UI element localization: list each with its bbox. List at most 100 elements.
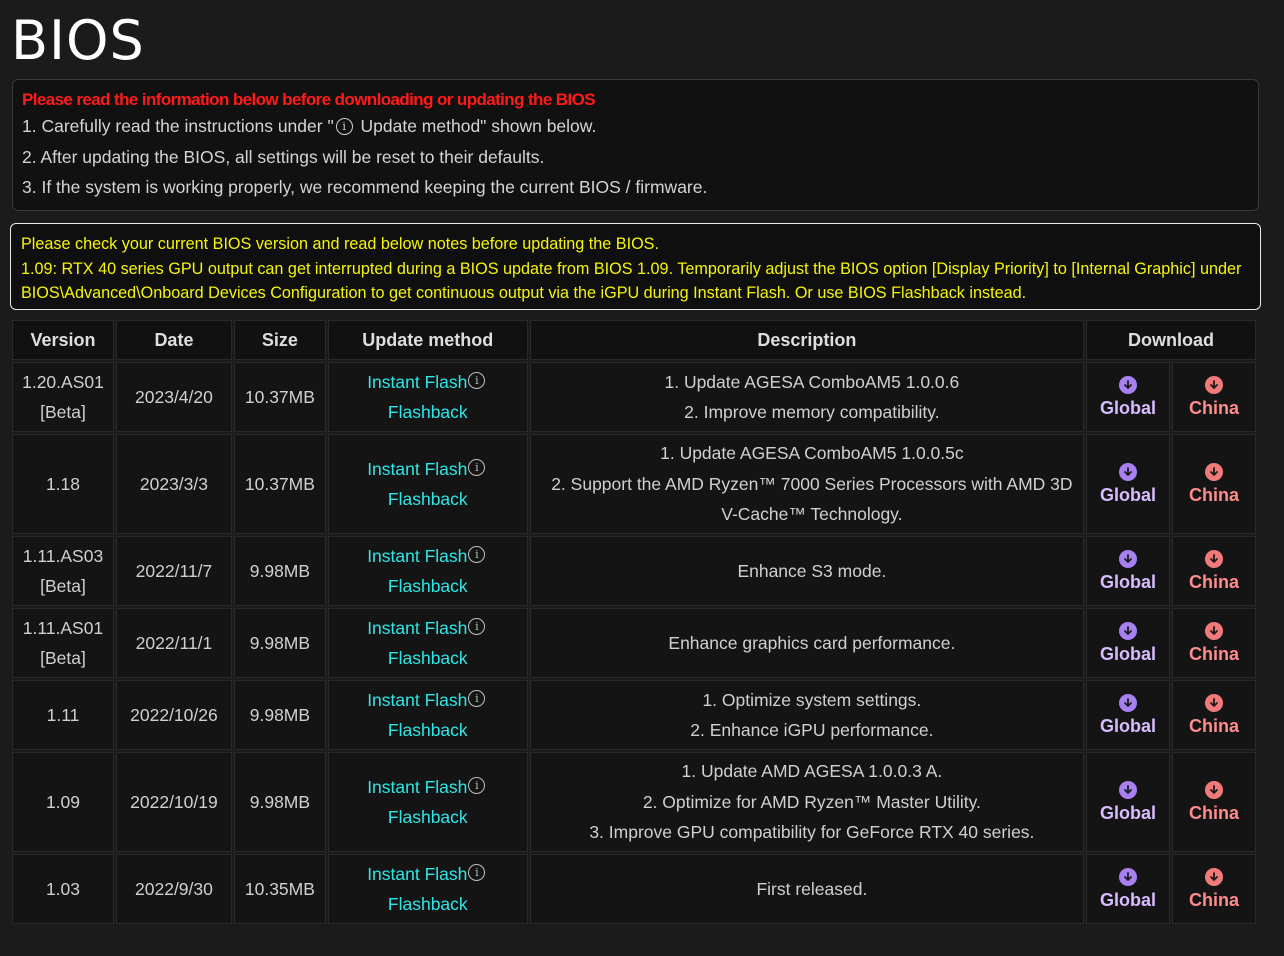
header-download: Download [1086,320,1256,360]
download-global-button[interactable]: Global [1087,376,1169,418]
table-row: 1.03 2022/9/30 10.35MB Instant Flash i Flashb… [12,854,1256,924]
info-icon[interactable]: i [468,372,486,389]
download-cell: Global [1086,608,1170,678]
header-date: Date [115,320,232,360]
download-cell: Global [1086,536,1170,606]
version-text: 1.09 [45,792,81,812]
bios-table: Version Date Size Update method Descript… [10,318,1258,926]
warning-text: Please read the information below before… [22,90,596,109]
download-icon [1119,550,1138,568]
date-cell: 2022/9/30 [115,854,232,924]
description-cell: Enhance graphics card performance. [529,608,1085,678]
download-cell: China [1172,536,1256,606]
download-icon [1119,781,1138,799]
flashback-link[interactable]: Flashback [329,802,527,832]
description-line: V-Cache™ Technology. [721,504,903,525]
bios-note-line-2: 1.09: RTX 40 series GPU output can get i… [21,259,1242,303]
download-icon [1119,694,1138,712]
bios-version-note: Please check your current BIOS version a… [10,223,1261,310]
description-cell: 1. Update AMD AGESA 1.0.0.3 A. 2. Optimiz… [529,752,1085,852]
instant-flash-link[interactable]: Instant Flash i [329,772,527,802]
description-cell: 1. Optimize system settings. 2. Enhance i… [529,680,1085,750]
description-line: First released. [756,878,868,899]
flashback-link[interactable]: Flashback [329,397,527,427]
flashback-link[interactable]: Flashback [329,715,527,745]
description-line: Enhance graphics card performance. [668,632,956,653]
download-cell: China [1172,362,1256,432]
download-global-button[interactable]: Global [1087,550,1169,592]
download-china-button[interactable]: China [1173,781,1255,823]
download-icon [1119,376,1138,394]
instant-flash-link[interactable]: Instant Flash i [329,613,527,643]
download-china-button[interactable]: China [1173,868,1255,910]
description-cell: 1. Update AGESA ComboAM5 1.0.0.5c 2. Supp… [529,434,1085,534]
size-cell: 9.98MB [233,752,326,852]
download-global-label: Global [1100,803,1157,823]
download-china-button[interactable]: China [1173,376,1255,418]
table-row: 1.20.AS01 [Beta] 2023/4/20 10.37MB Instant F… [12,362,1256,432]
description-line: 2. Support the AMD Ryzen™ 7000 Series Pr… [551,473,1073,494]
size-cell: 10.37MB [233,362,326,432]
table-row: 1.11 2022/10/26 9.98MB Instant Flash i Flashb… [12,680,1256,750]
download-china-button[interactable]: China [1173,463,1255,505]
instant-flash-link[interactable]: Instant Flash i [329,541,527,571]
update-method-cell: Instant Flash i Flashback [327,854,528,924]
size-cell: 9.98MB [233,608,326,678]
instant-flash-link[interactable]: Instant Flash i [329,454,527,484]
version-cell: 1.11.AS01 [Beta] [12,608,114,678]
download-china-label: China [1188,803,1239,823]
download-china-button[interactable]: China [1173,550,1255,592]
date-cell: 2022/11/1 [115,608,232,678]
download-global-button[interactable]: Global [1087,463,1169,505]
download-global-button[interactable]: Global [1087,868,1169,910]
flashback-link[interactable]: Flashback [329,484,527,514]
description-cell: Enhance S3 mode. [529,536,1085,606]
flashback-link[interactable]: Flashback [329,571,527,601]
date-cell: 2022/11/7 [115,536,232,606]
download-cell: China [1172,680,1256,750]
download-china-button[interactable]: China [1173,694,1255,736]
flashback-link[interactable]: Flashback [329,643,527,673]
download-cell: China [1172,854,1256,924]
download-cell: China [1172,434,1256,534]
download-global-button[interactable]: Global [1087,781,1169,823]
description-line: 2. Improve memory compatibility. [684,402,940,422]
download-global-label: Global [1100,644,1157,664]
download-china-label: China [1188,398,1239,418]
size-cell: 9.98MB [233,536,326,606]
download-china-label: China [1188,572,1239,592]
info-icon: i [335,118,353,135]
description-cell: First released. [529,854,1085,924]
info-icon[interactable]: i [468,546,486,563]
download-global-button[interactable]: Global [1087,694,1169,736]
download-global-label: Global [1100,572,1157,592]
description-line: 1. Update AMD AGESA 1.0.0.3 A. [681,761,943,782]
size-cell: 9.98MB [233,680,326,750]
instant-flash-link[interactable]: Instant Flash i [329,859,527,889]
table-header-row: Version Date Size Update method Descript… [12,320,1256,360]
info-icon[interactable]: i [468,690,486,707]
info-icon[interactable]: i [468,864,486,881]
page-title: BIOS [11,9,145,72]
bios-note-line-1: Please check your current BIOS version a… [21,235,659,253]
instant-flash-link[interactable]: Instant Flash i [329,367,527,397]
date-cell: 2023/3/3 [115,434,232,534]
warning-notice: Please read the information below before… [12,79,1259,211]
download-cell: China [1172,608,1256,678]
info-icon[interactable]: i [468,777,486,794]
info-icon[interactable]: i [468,459,486,476]
date-cell: 2023/4/20 [115,362,232,432]
version-cell: 1.11 [12,680,114,750]
download-global-label: Global [1100,716,1157,736]
download-cell: Global [1086,680,1170,750]
info-icon[interactable]: i [468,618,486,635]
download-global-button[interactable]: Global [1087,622,1169,664]
download-china-button[interactable]: China [1173,622,1255,664]
flashback-link[interactable]: Flashback [329,889,527,919]
instant-flash-link[interactable]: Instant Flash i [329,685,527,715]
version-text: 1.20.AS01 [22,372,104,392]
update-method-cell: Instant Flash i Flashback [327,536,528,606]
description-line: Enhance S3 mode. [737,560,887,581]
instant-flash-label: Instant Flash [367,690,468,710]
download-icon [1205,550,1223,568]
